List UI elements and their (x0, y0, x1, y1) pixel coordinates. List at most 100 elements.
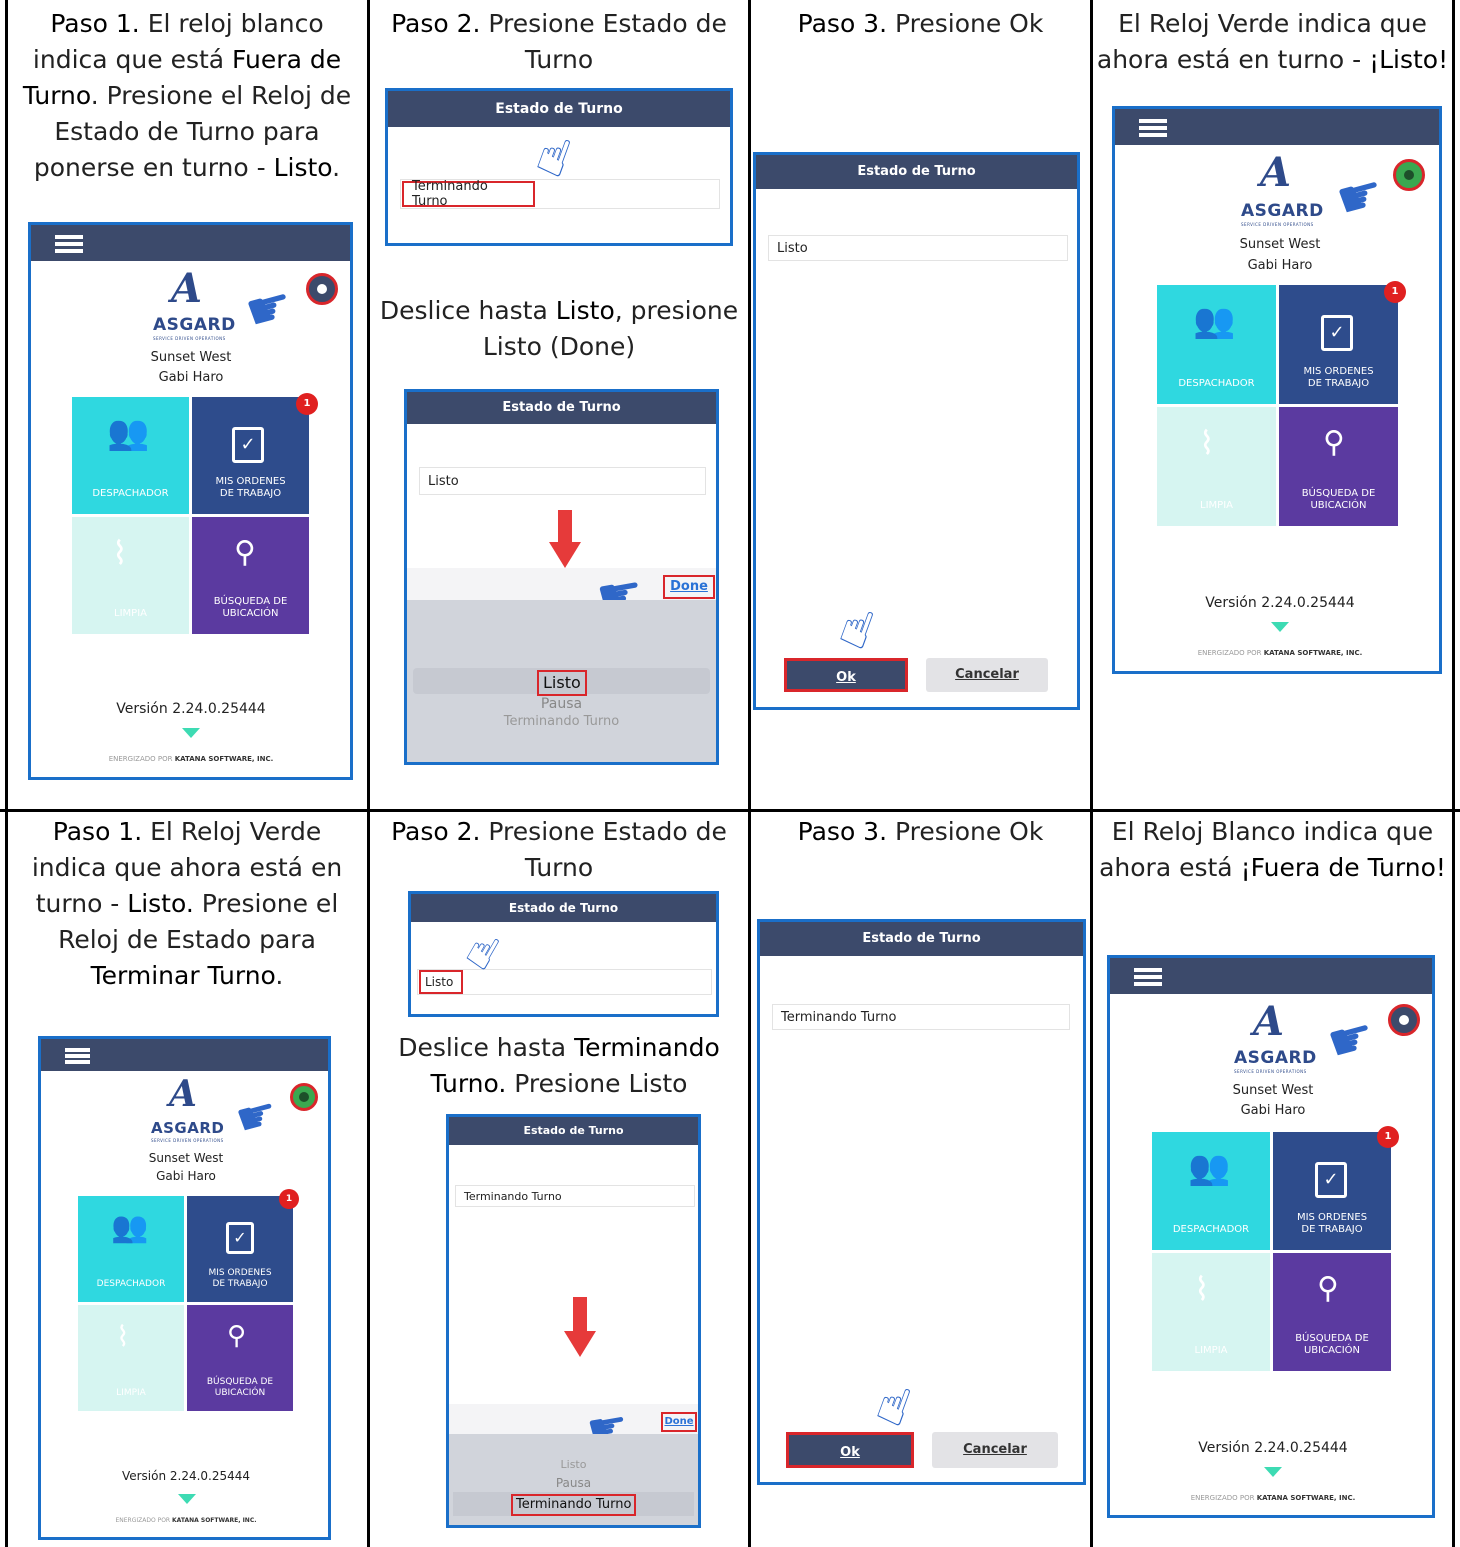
wifi-icon (182, 728, 200, 738)
powered-by: ENERGIZADO POR KATANA SOFTWARE, INC. (115, 1517, 257, 1524)
step-caption: Paso 1. El Reloj Verde indica que ahora … (31, 817, 343, 990)
tile-location-search[interactable]: ⚲ BÚSQUEDA DE UBICACIÓN (1279, 407, 1398, 526)
brand-name: ASGARD (151, 1119, 225, 1137)
shift-status-field[interactable]: Listo (768, 235, 1068, 261)
shift-status-value[interactable]: Terminando Turno (402, 179, 535, 209)
step-caption: El Reloj Verde indica que ahora está en … (1096, 9, 1449, 74)
menu-icon-line (1139, 133, 1167, 137)
tile-clean[interactable]: ⌇ LIMPIA (1152, 1253, 1270, 1371)
row-divider (0, 809, 1460, 812)
location-label: Sunset West (148, 1151, 224, 1165)
user-name: Gabi Haro (1247, 258, 1313, 273)
clipboard-icon: ✓ (1321, 315, 1353, 351)
shift-status-field[interactable]: Listo (419, 467, 706, 495)
tile-work-orders[interactable]: ✓ MIS ORDENES DE TRABAJO (1273, 1132, 1391, 1250)
step-caption: Paso 2. Presione Estado de Turno (391, 817, 727, 882)
shift-clock-white-icon[interactable] (1388, 1004, 1420, 1036)
notification-badge: 1 (296, 393, 318, 415)
tile-work-orders[interactable]: ✓ MIS ORDENES DE TRABAJO (192, 397, 309, 514)
version-label: Versión 2.24.0.25444 (1198, 1440, 1348, 1456)
menu-icon-line (65, 1054, 90, 1058)
broom-icon: ⌇ (1194, 1270, 1210, 1308)
shift-status-field[interactable]: Terminando Turno (772, 1004, 1070, 1030)
picker-option-selected[interactable]: Listo (537, 670, 587, 696)
tile-clean[interactable]: ⌇ LIMPIA (72, 517, 189, 634)
menu-icon-line (1139, 126, 1167, 130)
menu-icon-line (1134, 982, 1162, 986)
location-label: Sunset West (1239, 237, 1321, 252)
search-gear-icon: ⚲ (227, 1321, 247, 1351)
menu-icon[interactable] (65, 1048, 90, 1052)
shift-status-field[interactable]: Terminando Turno (455, 1185, 695, 1207)
brand-tagline: SERVICE DRIVEN OPERATIONS (1241, 222, 1314, 227)
tile-clean[interactable]: ⌇ LIMPIA (78, 1305, 184, 1411)
tile-dispatch[interactable]: 👥 DESPACHADOR (1152, 1132, 1270, 1250)
modal-screenshot: Estado de Turno Listo Done ☛ Listo Pausa… (404, 389, 719, 765)
logo-icon: A (171, 265, 203, 312)
people-icon: 👥 (1188, 1148, 1231, 1188)
clock-face (317, 284, 327, 294)
picker-option[interactable]: Terminando Turno (407, 714, 716, 729)
table-border-left (5, 0, 8, 1547)
tile-clean[interactable]: ⌇ LIMPIA (1157, 407, 1276, 526)
shift-clock-green-icon[interactable] (1393, 159, 1425, 191)
step-caption: Paso 3. Presione Ok (797, 817, 1044, 846)
clock-face (1404, 170, 1414, 180)
table-border-right (1452, 0, 1455, 1547)
shift-clock-white-icon[interactable] (306, 273, 338, 305)
step-caption: El Reloj Blanco indica que ahora está ¡F… (1099, 817, 1446, 882)
user-name: Gabi Haro (158, 370, 224, 385)
tile-location-search[interactable]: ⚲ BÚSQUEDA DE UBICACIÓN (192, 517, 309, 634)
brand-name: ASGARD (153, 315, 236, 335)
tile-location-search[interactable]: ⚲ BÚSQUEDA DE UBICACIÓN (187, 1305, 293, 1411)
pointing-hand-icon: ☛ (1330, 161, 1391, 233)
tap-hand-icon: ☝ (868, 1372, 919, 1440)
done-button[interactable]: Done (663, 575, 715, 599)
picker-option[interactable]: Listo (449, 1458, 698, 1471)
search-gear-icon: ⚲ (1317, 1271, 1339, 1306)
phone-screenshot: A ASGARD SERVICE DRIVEN OPERATIONS Sunse… (1112, 106, 1442, 674)
phone-screenshot: A ASGARD SERVICE DRIVEN OPERATIONS Sunse… (28, 222, 353, 780)
picker-option[interactable]: Pausa (449, 1476, 698, 1490)
broom-icon: ⌇ (112, 534, 128, 572)
shift-status-value[interactable]: Listo (419, 970, 463, 994)
done-button[interactable]: Done (661, 1412, 697, 1432)
menu-icon-line (1134, 975, 1162, 979)
phone-screenshot: A ASGARD SERVICE DRIVEN OPERATIONS Sunse… (38, 1036, 331, 1540)
picker-option-selected[interactable]: Terminando Turno (511, 1494, 637, 1516)
table-border (367, 0, 370, 1547)
shift-clock-green-icon[interactable] (290, 1083, 318, 1111)
ok-button[interactable]: Ok (784, 658, 908, 692)
menu-icon[interactable] (1139, 119, 1167, 123)
picker-option[interactable]: Pausa (407, 696, 716, 712)
search-gear-icon: ⚲ (234, 535, 256, 570)
cancel-button[interactable]: Cancelar (926, 658, 1048, 692)
menu-icon-line (65, 1060, 90, 1064)
notification-badge: 1 (1377, 1126, 1399, 1148)
brand-tagline: SERVICE DRIVEN OPERATIONS (1234, 1069, 1307, 1074)
people-icon: 👥 (107, 413, 150, 453)
powered-by: ENERGIZADO POR KATANA SOFTWARE, INC. (108, 755, 274, 763)
cancel-button[interactable]: Cancelar (932, 1432, 1058, 1468)
tap-hand-icon: ☝ (528, 123, 579, 191)
brand-name: ASGARD (1234, 1048, 1317, 1068)
people-icon: 👥 (1193, 301, 1236, 341)
down-arrow-icon (558, 510, 572, 544)
user-name: Gabi Haro (156, 1169, 216, 1183)
tile-dispatch[interactable]: 👥 DESPACHADOR (78, 1196, 184, 1302)
picker-wheel[interactable]: Listo Pausa Terminando Turno (449, 1434, 698, 1525)
step-caption: Paso 2. Presione Estado de Turno (391, 9, 727, 74)
tile-dispatch[interactable]: 👥 DESPACHADOR (1157, 285, 1276, 404)
menu-icon[interactable] (1134, 968, 1162, 972)
tile-work-orders[interactable]: ✓ MIS ORDENES DE TRABAJO (1279, 285, 1398, 404)
tile-work-orders[interactable]: ✓ MIS ORDENES DE TRABAJO (187, 1196, 293, 1302)
location-label: Sunset West (1232, 1083, 1314, 1098)
app-header (41, 1039, 328, 1071)
picker-wheel[interactable]: Listo Pausa Terminando Turno (407, 600, 716, 762)
tile-dispatch[interactable]: 👥 DESPACHADOR (72, 397, 189, 514)
notification-badge: 1 (1384, 281, 1406, 303)
tile-location-search[interactable]: ⚲ BÚSQUEDA DE UBICACIÓN (1273, 1253, 1391, 1371)
brand-name: ASGARD (1241, 201, 1324, 221)
tap-hand-icon: ☝ (831, 595, 882, 663)
menu-icon[interactable] (55, 235, 83, 239)
